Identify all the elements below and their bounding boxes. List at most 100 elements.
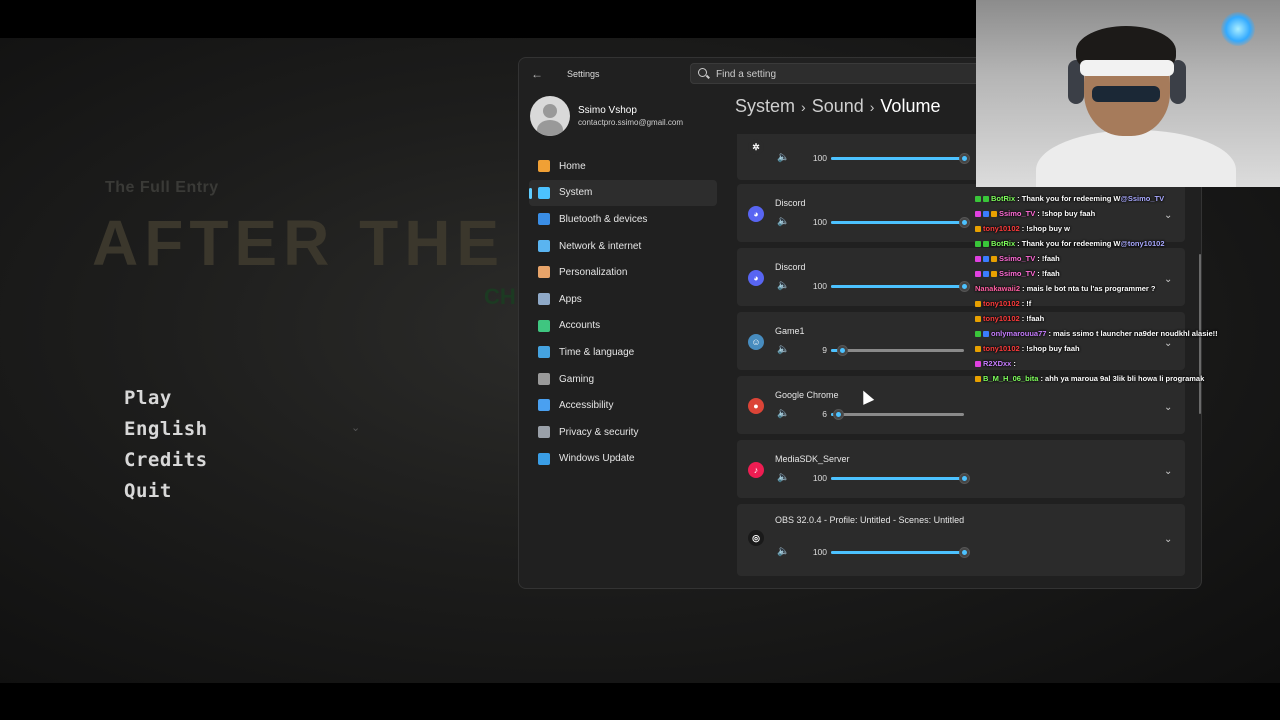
slider-thumb[interactable] [958, 473, 970, 484]
chat-text: : Thank you for redeeming W [1017, 239, 1121, 248]
game-title: AFTER THE TI [92, 207, 517, 279]
cam-light [1221, 12, 1255, 46]
chevron-down-icon[interactable]: ⌄ [1164, 534, 1174, 545]
profile-email: contactpro.ssimo@gmail.com [578, 118, 684, 127]
volume-slider[interactable] [831, 345, 964, 356]
sidebar-item-network-internet[interactable]: Network & internet [529, 233, 717, 260]
sidebar-item-apps[interactable]: Apps [529, 286, 717, 313]
accessibility-icon [538, 399, 550, 412]
volume-value: 100 [812, 281, 827, 291]
chevron-down-icon[interactable]: ⌄ [1164, 466, 1174, 477]
chat-message: Nanakawaii2: mais le bot nta tu l'as pro… [975, 281, 1275, 296]
sidebar-item-label: Time & language [559, 346, 635, 358]
sidebar-item-personalization[interactable]: Personalization [529, 259, 717, 286]
breadcrumb-system[interactable]: System [735, 96, 795, 116]
chat-badge-icon [975, 345, 981, 352]
chevron-right-icon: › [801, 99, 806, 115]
speaker-icon[interactable]: 🔈 [777, 281, 789, 291]
chat-badge-icon [975, 360, 981, 367]
volume-slider[interactable] [831, 281, 970, 292]
chat-badge-icon [975, 330, 981, 337]
speaker-icon[interactable]: 🔈 [777, 547, 789, 557]
sidebar-item-accessibility[interactable]: Accessibility [529, 392, 717, 419]
speaker-icon[interactable]: 🔈 [777, 345, 789, 355]
chevron-down-icon[interactable]: ⌄ [351, 421, 360, 434]
search-input[interactable] [716, 66, 966, 82]
sidebar-item-bluetooth-devices[interactable]: Bluetooth & devices [529, 206, 717, 233]
game-menu-language[interactable]: English [124, 417, 208, 448]
sidebar-item-time-language[interactable]: Time & language [529, 339, 717, 366]
chat-username: B_M_H_06_bita [983, 374, 1039, 383]
chat-message: B_M_H_06_bita: ahh ya maroua 9al 3lik bl… [975, 371, 1275, 386]
slider-thumb[interactable] [958, 547, 970, 558]
chat-text: : !shop buy w [1021, 224, 1071, 233]
sidebar-item-home[interactable]: Home [529, 153, 717, 180]
system-icon [538, 186, 550, 199]
chat-message: tony10102: !f [975, 296, 1275, 311]
speaker-icon[interactable]: 🔈 [777, 409, 789, 419]
slider-fill [831, 477, 964, 480]
chat-badge-icon [975, 225, 981, 232]
chat-badge-icon [983, 255, 989, 262]
sidebar-item-accounts[interactable]: Accounts [529, 313, 717, 340]
chat-badge-icon [983, 195, 989, 202]
chat-overlay: BotRix: Thank you for redeeming W @Ssimo… [975, 191, 1275, 386]
slider-thumb[interactable] [958, 217, 970, 228]
chat-text: : !shop buy faah [1037, 209, 1096, 218]
chat-mention: @tony10102 [1120, 239, 1165, 248]
volume-slider[interactable] [831, 409, 964, 420]
app-name: Discord [775, 198, 806, 208]
volume-slider[interactable] [831, 547, 970, 558]
speaker-icon[interactable]: 🔈 [777, 473, 789, 483]
speaker-icon[interactable]: 🔈 [777, 153, 789, 163]
sidebar-item-gaming[interactable]: Gaming [529, 366, 717, 393]
globe-icon [538, 346, 550, 359]
tiktok-icon: ♪ [748, 462, 764, 478]
sidebar-item-privacy-security[interactable]: Privacy & security [529, 419, 717, 446]
avatar [530, 96, 570, 136]
chat-message: tony10102: !shop buy faah [975, 341, 1275, 356]
chat-badge-icon [983, 210, 989, 217]
chevron-down-icon[interactable]: ⌄ [1164, 402, 1174, 413]
chrome-icon: ● [748, 398, 764, 414]
volume-value: 100 [812, 473, 827, 483]
app-volume-card: ◎ OBS 32.0.4 - Profile: Untitled - Scenes… [737, 504, 1185, 576]
chevron-right-icon: › [869, 99, 875, 115]
chat-message: Ssimo_TV: !shop buy faah [975, 206, 1275, 221]
app-name: OBS 32.0.4 - Profile: Untitled - Scenes:… [775, 515, 965, 525]
volume-slider[interactable] [831, 217, 970, 228]
chat-username: R2XDxx [983, 359, 1012, 368]
slider-fill [831, 285, 964, 288]
app-volume-card: ♪ MediaSDK_Server 🔈 100 ⌄ [737, 440, 1185, 498]
slider-thumb[interactable] [958, 153, 970, 164]
slider-thumb[interactable] [833, 409, 845, 420]
search-box[interactable] [690, 63, 980, 84]
apps-icon [538, 292, 550, 305]
game-menu-play[interactable]: Play [124, 386, 208, 417]
breadcrumb: System › Sound › Volume [735, 96, 940, 117]
volume-slider[interactable] [831, 473, 970, 484]
sidebar-item-label: Windows Update [559, 453, 635, 465]
godot-icon: ☺ [748, 334, 764, 350]
volume-slider[interactable] [831, 153, 970, 164]
slider-thumb[interactable] [837, 345, 849, 356]
chat-username: tony10102 [983, 314, 1020, 323]
chat-badge-icon [975, 240, 981, 247]
chat-message: tony10102: !faah [975, 311, 1275, 326]
chat-badge-icon [983, 240, 989, 247]
chat-badge-icon [983, 270, 989, 277]
game-menu-quit[interactable]: Quit [124, 479, 208, 510]
breadcrumb-sound[interactable]: Sound [812, 96, 864, 116]
chat-username: onlymarouua77 [991, 329, 1047, 338]
back-arrow-icon[interactable]: ← [529, 67, 545, 81]
chat-username: tony10102 [983, 224, 1020, 233]
game-menu-credits[interactable]: Credits [124, 448, 208, 479]
sidebar-item-system[interactable]: System [529, 179, 717, 207]
chat-username: BotRix [991, 239, 1016, 248]
slider-thumb[interactable] [958, 281, 970, 292]
sidebar-item-windows-update[interactable]: Windows Update [529, 446, 717, 473]
speaker-icon[interactable]: 🔈 [777, 217, 789, 227]
chat-text: : ahh ya maroua 9al 3lik bli howa li pro… [1040, 374, 1205, 383]
chat-text: : !faah [1021, 314, 1045, 323]
sidebar-item-label: Personalization [559, 267, 628, 279]
